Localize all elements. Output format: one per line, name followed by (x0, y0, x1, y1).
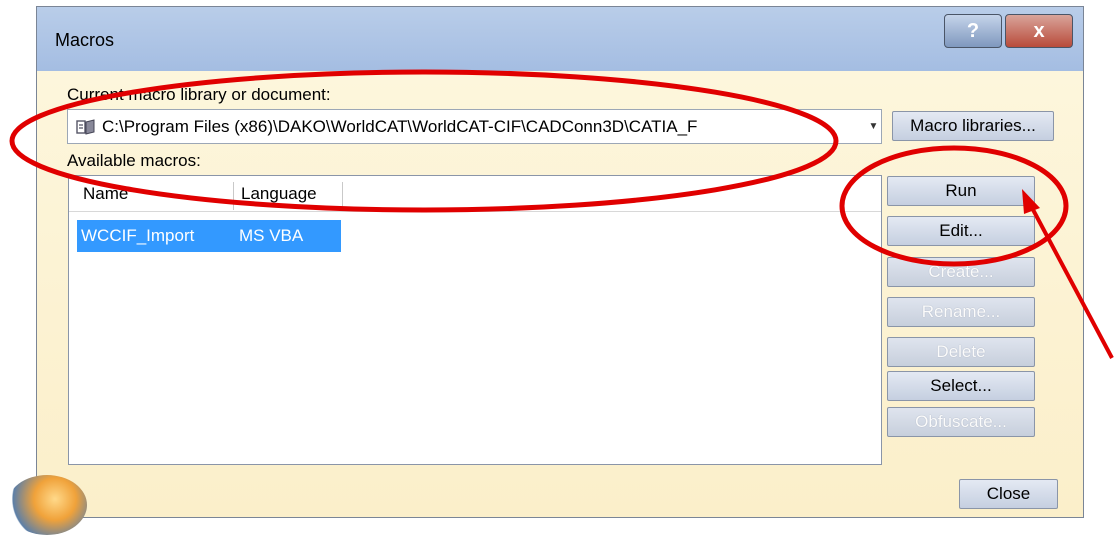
library-combo[interactable]: C:\Program Files (x86)\DAKO\WorldCAT\Wor… (67, 109, 882, 144)
select-button[interactable]: Select... (887, 371, 1035, 401)
chevron-down-icon[interactable]: ▼ (865, 109, 882, 144)
dialog-title: Macros (55, 30, 115, 50)
macros-list[interactable]: Name Language WCCIF_Import MS VBA (68, 175, 882, 465)
column-header-name[interactable]: Name (83, 184, 128, 204)
available-macros-label: Available macros: (67, 151, 201, 170)
table-row[interactable]: WCCIF_Import MS VBA (77, 220, 341, 252)
library-path: C:\Program Files (x86)\DAKO\WorldCAT\Wor… (102, 116, 698, 136)
delete-button[interactable]: Delete (887, 337, 1035, 367)
column-divider (342, 182, 343, 210)
run-button[interactable]: Run (887, 176, 1035, 206)
app-logo (7, 475, 87, 535)
title-bar[interactable]: Macros ? x (37, 7, 1083, 71)
window-close-button[interactable]: x (1005, 14, 1073, 48)
column-header-language[interactable]: Language (241, 184, 317, 204)
header-separator (69, 211, 881, 212)
rename-button[interactable]: Rename... (887, 297, 1035, 327)
macro-language-cell: MS VBA (239, 226, 304, 245)
obfuscate-button[interactable]: Obfuscate... (887, 407, 1035, 437)
help-button[interactable]: ? (944, 14, 1002, 48)
dialog-body: Current macro library or document: C:\Pr… (7, 71, 1083, 535)
macros-dialog: Macros ? x Current macro library or docu… (7, 6, 1084, 535)
library-icon (76, 117, 98, 137)
column-divider (233, 182, 234, 210)
close-button[interactable]: Close (959, 479, 1058, 509)
create-button[interactable]: Create... (887, 257, 1035, 287)
edit-button[interactable]: Edit... (887, 216, 1035, 246)
library-label: Current macro library or document: (67, 85, 331, 104)
macro-libraries-button[interactable]: Macro libraries... (892, 111, 1054, 141)
macro-name-cell: WCCIF_Import (81, 226, 195, 245)
